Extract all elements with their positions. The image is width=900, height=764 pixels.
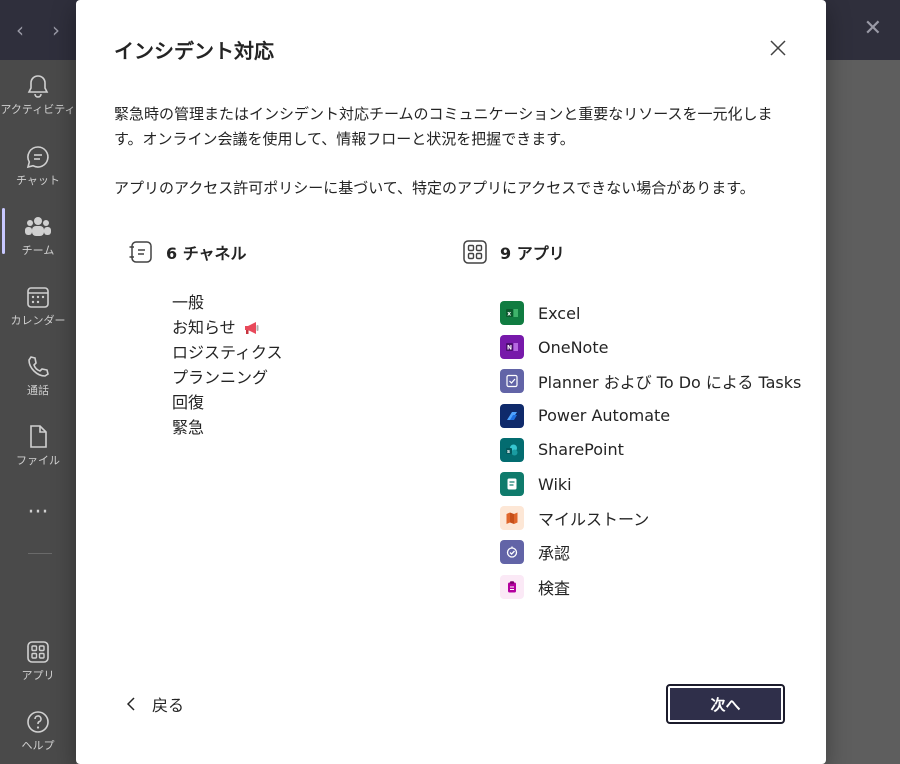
- teams-icon: [25, 217, 51, 236]
- chat-icon: [26, 146, 49, 169]
- milestones-icon: [500, 506, 524, 531]
- channel-name: お知らせ: [172, 318, 236, 337]
- more-apps-icon[interactable]: ···: [0, 500, 76, 525]
- next-button[interactable]: 次へ: [666, 684, 785, 724]
- back-arrow-icon[interactable]: ‹: [16, 18, 24, 42]
- list-item: 緊急: [172, 415, 283, 440]
- list-item: ロジスティクス: [172, 340, 283, 365]
- bell-icon: [27, 75, 49, 98]
- list-item: Wiki: [500, 467, 801, 501]
- megaphone-icon: [244, 321, 259, 334]
- channel-name: 緊急: [172, 418, 205, 437]
- rail-label: アクティビティ: [0, 103, 76, 116]
- rail-item-teams[interactable]: チーム: [0, 214, 76, 258]
- list-item: プランニング: [172, 365, 283, 390]
- app-name: Planner および To Do による Tasks: [538, 373, 802, 393]
- dialog-description: 緊急時の管理またはインシデント対応チームのコミュニケーションと重要なリソースを一…: [114, 105, 773, 148]
- channel-name: ロジスティクス: [172, 343, 283, 362]
- rail-label: チャット: [16, 174, 60, 187]
- template-dialog: インシデント対応 緊急時の管理またはインシデント対応チームのコミュニケーションと…: [76, 0, 826, 764]
- list-item: 検査: [500, 570, 801, 604]
- list-item: 承認: [500, 535, 801, 569]
- rail-item-help[interactable]: ヘルプ: [0, 709, 76, 753]
- app-list: x Excel N OneNote Planner および To Do による …: [500, 296, 801, 604]
- rail-label: アプリ: [21, 669, 55, 682]
- svg-text:x: x: [507, 311, 511, 318]
- back-label: 戻る: [152, 696, 185, 715]
- rail-item-calendar[interactable]: カレンダー: [0, 284, 76, 328]
- app-name: Power Automate: [538, 406, 671, 426]
- rail-item-calls[interactable]: 通話: [0, 354, 76, 398]
- channel-name: プランニング: [172, 368, 269, 387]
- app-name: Excel: [538, 303, 581, 323]
- permission-note: アプリのアクセス許可ポリシーに基づいて、特定のアプリにアクセスできない場合があり…: [114, 179, 755, 197]
- forward-arrow-icon[interactable]: ›: [52, 18, 60, 42]
- file-icon: [30, 425, 47, 448]
- inspection-icon: [500, 574, 524, 599]
- list-item: 回復: [172, 390, 283, 415]
- rail-item-chat[interactable]: チャット: [0, 144, 76, 188]
- app-name: 承認: [538, 544, 571, 564]
- dialog-title: インシデント対応: [114, 39, 274, 63]
- list-item: s SharePoint: [500, 433, 801, 467]
- apps-heading: 9 アプリ: [462, 239, 565, 265]
- rail-label: チーム: [21, 244, 55, 257]
- rail-divider: [28, 553, 52, 554]
- apps-icon: [27, 641, 49, 663]
- apps-grid-icon: [463, 240, 487, 264]
- app-name: 検査: [538, 578, 571, 598]
- rail-item-activity[interactable]: アクティビティ: [0, 73, 76, 117]
- svg-text:N: N: [507, 345, 512, 352]
- channels-heading: 6 チャネル: [128, 239, 247, 265]
- excel-icon: x: [500, 301, 524, 326]
- list-item: マイルストーン: [500, 501, 801, 535]
- calendar-icon: [27, 287, 49, 308]
- background-content: [826, 60, 900, 764]
- channels-count: 6 チャネル: [166, 244, 247, 263]
- channel-name: 回復: [172, 393, 205, 412]
- list-item: お知らせ: [172, 315, 283, 340]
- rail-label: ヘルプ: [21, 739, 55, 752]
- rail-label: カレンダー: [10, 314, 66, 327]
- app-name: OneNote: [538, 337, 609, 357]
- phone-icon: [28, 356, 49, 377]
- rail-label: ファイル: [16, 454, 60, 467]
- back-button[interactable]: 戻る: [126, 692, 184, 716]
- list-item: Planner および To Do による Tasks: [500, 364, 801, 398]
- sharepoint-icon: s: [500, 437, 524, 462]
- close-icon[interactable]: [768, 38, 788, 58]
- window-close-icon[interactable]: ✕: [864, 16, 882, 41]
- list-item: Power Automate: [500, 399, 801, 433]
- list-item: 一般: [172, 290, 283, 315]
- channel-list: 一般 お知らせ ロジスティクス プランニング 回復 緊急: [172, 290, 283, 440]
- svg-text:s: s: [507, 449, 510, 455]
- rail-item-apps[interactable]: アプリ: [0, 639, 76, 683]
- power-automate-icon: [500, 403, 524, 428]
- wiki-icon: [500, 472, 524, 497]
- channel-list-icon: [129, 241, 152, 263]
- channel-name: 一般: [172, 293, 205, 312]
- onenote-icon: N: [500, 335, 524, 360]
- tasks-icon: [500, 369, 524, 394]
- rail-label: 通話: [27, 384, 49, 397]
- next-label: 次へ: [710, 695, 741, 714]
- chevron-left-icon: [126, 697, 135, 711]
- rail-item-files[interactable]: ファイル: [0, 424, 76, 468]
- approvals-icon: [500, 540, 524, 565]
- app-name: SharePoint: [538, 440, 624, 460]
- app-name: マイルストーン: [538, 510, 650, 530]
- apps-count: 9 アプリ: [500, 244, 565, 263]
- app-name: Wiki: [538, 474, 572, 494]
- list-item: x Excel: [500, 296, 801, 330]
- list-item: N OneNote: [500, 330, 801, 364]
- help-icon: [27, 711, 49, 733]
